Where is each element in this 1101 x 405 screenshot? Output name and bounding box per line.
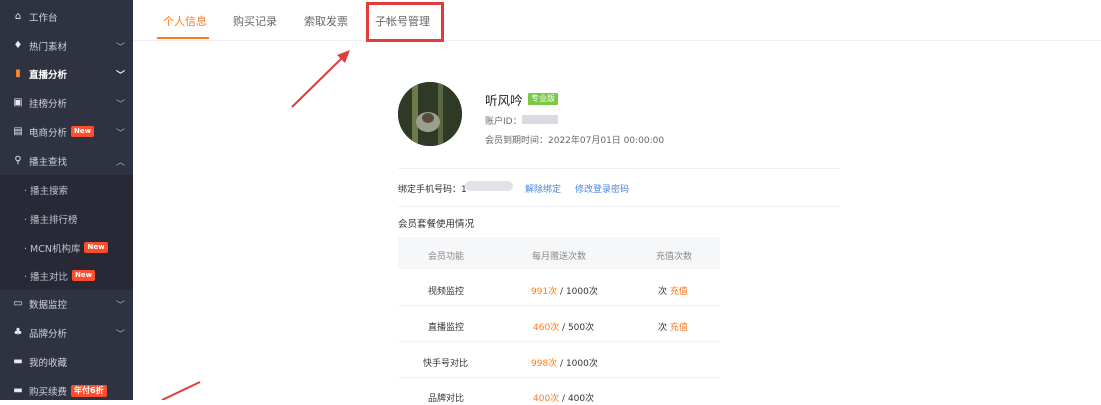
table-row-recharge: 次 充值	[658, 287, 688, 297]
column-header-monthly-gift: 每月赠送次数	[532, 252, 587, 262]
package-usage-title: 会员套餐使用情况	[398, 219, 475, 230]
column-header-recharge-count: 充值次数	[656, 252, 693, 262]
row-divider	[398, 305, 720, 306]
avatar-image-icon	[398, 82, 462, 146]
annotation-arrows	[161, 50, 350, 400]
recharge-link[interactable]: 充值	[670, 323, 688, 333]
table-row-feature: 快手号对比	[423, 359, 469, 369]
avatar	[398, 82, 462, 146]
table-row-feature: 视频监控	[428, 287, 465, 297]
unbind-phone-link[interactable]: 解除绑定	[525, 182, 561, 195]
bound-phone-label: 绑定手机号码：1	[398, 185, 467, 195]
table-row-quota: 998次 / 1000次	[531, 359, 598, 369]
account-id-masked	[522, 115, 558, 124]
account-id-label: 账户ID：	[485, 117, 522, 127]
recharge-link[interactable]: 充值	[670, 287, 688, 297]
table-row-feature: 直播监控	[428, 323, 465, 333]
table-row-quota: 460次 / 500次	[533, 323, 595, 333]
table-row-quota: 991次 / 1000次	[531, 287, 598, 297]
table-row-recharge: 次 充值	[658, 323, 688, 333]
row-divider	[398, 377, 720, 378]
annotation-arrow-icon	[161, 381, 201, 400]
change-password-link[interactable]: 修改登录密码	[575, 182, 629, 195]
table-row-quota: 400次 / 400次	[533, 394, 595, 404]
membership-expire-time: 会员到期时间：2022年07月01日 00:00:00	[485, 136, 665, 146]
table-row-feature: 品牌对比	[428, 394, 465, 404]
member-level-badge: 专业版	[528, 93, 558, 105]
divider	[398, 206, 841, 207]
nickname: 听风吟	[485, 93, 523, 108]
row-divider	[398, 341, 720, 342]
column-header-feature: 会员功能	[428, 252, 465, 262]
annotation-arrow-icon	[291, 50, 350, 108]
phone-number-masked	[465, 181, 513, 191]
divider	[398, 168, 841, 169]
